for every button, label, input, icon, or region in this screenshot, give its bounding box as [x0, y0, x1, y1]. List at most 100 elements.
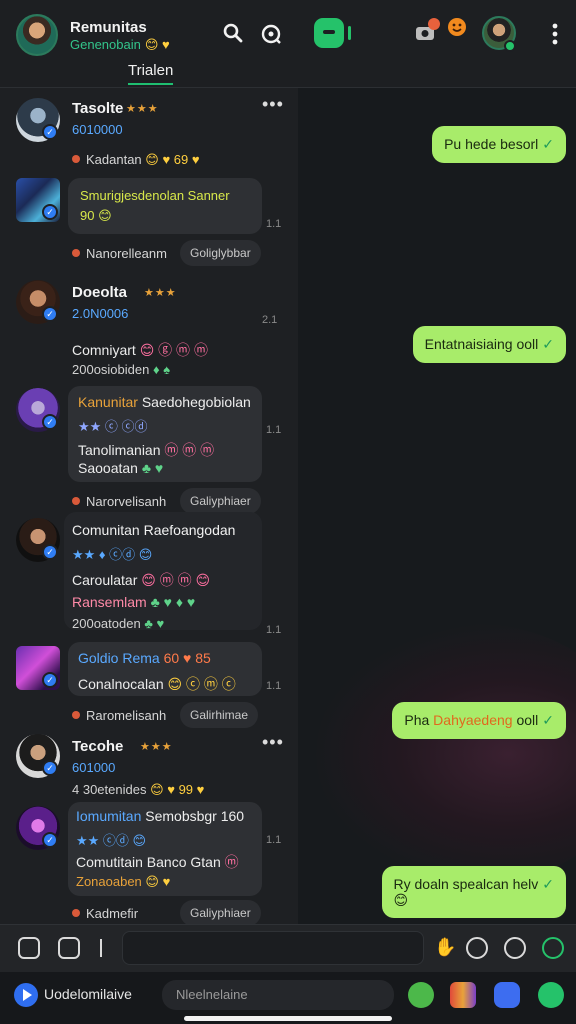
- timestamp: 1.1: [266, 424, 282, 436]
- read-check-icon: ✓: [542, 876, 554, 892]
- cursor-icon: [100, 939, 102, 957]
- online-badge: [504, 40, 516, 52]
- user-name[interactable]: Tasolte: [72, 100, 123, 117]
- verified-icon: ✓: [42, 760, 58, 776]
- thumbs-up-icon[interactable]: ✋: [434, 937, 456, 958]
- bubble-sub: ★★ ⓒ ⓒⓓ: [78, 419, 148, 434]
- sticker-icon[interactable]: [58, 937, 80, 959]
- user-handle: 601000: [72, 760, 116, 775]
- message-bubble[interactable]: Smurigjesdenolan Sanner 90 😊: [68, 178, 262, 234]
- read-check-icon: ✓: [542, 136, 554, 152]
- home-indicator: [184, 1016, 392, 1021]
- play-icon[interactable]: [14, 983, 38, 1007]
- header-subtitle-text: Genenobain: [70, 37, 141, 52]
- user-handle: 2.0N0006: [72, 306, 129, 321]
- green-app-icon[interactable]: [408, 982, 434, 1008]
- outgoing-message[interactable]: Ry doaln spealcan helv ✓ 😊: [381, 866, 566, 918]
- emoji-icon[interactable]: [504, 937, 526, 959]
- message-bubble[interactable]: Iomumitan Semobsbgr 160 ★★ ⓒⓓ 😊 Comutita…: [68, 802, 262, 896]
- send-icon[interactable]: [542, 937, 564, 959]
- bubble-title: Iomumitan Semobsbgr 160: [76, 808, 245, 824]
- bubble-text: 90 😊: [80, 208, 112, 223]
- message-input[interactable]: [122, 931, 424, 965]
- message-composer: ✋: [0, 924, 576, 972]
- search-icon[interactable]: [220, 22, 246, 48]
- bubble-text: Comutitain Banco Gtan ⓜ: [76, 854, 239, 870]
- message-text: 200osiobiden ♦ ♠: [72, 362, 171, 377]
- bubble-text: Zonaoaben 😊 ♥: [76, 874, 171, 889]
- notification-badge: [428, 18, 440, 30]
- header-subtitle: Genenobain 😊 ♥: [70, 37, 170, 53]
- bottom-search[interactable]: Nleelnelaine: [162, 980, 394, 1010]
- refresh-icon[interactable]: [258, 22, 284, 48]
- image-icon[interactable]: [18, 937, 40, 959]
- verified-icon: ✓: [42, 672, 58, 688]
- verified-icon: ✓: [42, 832, 58, 848]
- reply-pill[interactable]: Galiyphiaer: [180, 900, 261, 924]
- reply-pill[interactable]: Goliglybbar: [180, 240, 261, 266]
- outgoing-message[interactable]: Entatnaisiaing ooll ✓: [412, 326, 566, 363]
- reply-dot-icon: [72, 497, 80, 505]
- timestamp: 1.1: [266, 624, 282, 636]
- top-header: Remunitas Genenobain 😊 ♥ Trialen: [0, 0, 576, 88]
- chat-app-icon[interactable]: [314, 18, 344, 48]
- bubble-title: Kanunitar Saedohegobiolan: [78, 394, 251, 410]
- timestamp: 1.1: [266, 834, 282, 846]
- message-bubble[interactable]: Goldio Rema 60 ♥ 85 Conalnocalan 😊 ⓒ ⓜ ⓒ: [68, 642, 262, 696]
- bubble-text: Caroulatar 😊 ⓜ ⓜ 😊: [72, 572, 211, 588]
- reply-pill[interactable]: Galiyphiaer: [180, 488, 261, 514]
- message-text: 4 30etenides 😊 ♥ 99 ♥: [72, 782, 205, 797]
- green-send-app-icon[interactable]: [538, 982, 564, 1008]
- more-options-icon[interactable]: •••: [262, 732, 284, 753]
- outgoing-message[interactable]: Pu hede besorl ✓: [432, 126, 566, 163]
- reply-pill[interactable]: Galirhimae: [180, 702, 259, 728]
- timestamp: 1.1: [266, 680, 282, 692]
- more-options-icon[interactable]: •••: [262, 94, 284, 115]
- user-name[interactable]: Tecohe: [72, 738, 123, 755]
- profile-avatar[interactable]: [16, 14, 58, 56]
- bubble-text: 200oatoden ♣ ♥: [72, 616, 165, 631]
- film-app-icon[interactable]: [450, 982, 476, 1008]
- outgoing-message[interactable]: Pha Dahyaedeng ooll ✓: [392, 702, 566, 739]
- divider-bar: [348, 26, 351, 40]
- bubble-title: Comunitan Raefoangodan: [72, 522, 236, 538]
- more-vertical-icon[interactable]: [542, 22, 568, 48]
- bubble-sub: ★★ ♦ ⓒⓓ 😊: [72, 547, 153, 562]
- bubble-text: Smurigjesdenolan Sanner: [80, 188, 230, 203]
- bubble-text: Tanolimanian ⓜ ⓜ ⓜ: [78, 442, 215, 458]
- rating-stars: ★★★: [144, 287, 177, 299]
- bubble-text: Saooatan ♣ ♥: [78, 460, 164, 476]
- timestamp: 2.1: [262, 314, 278, 326]
- reply-line: Narorvelisanh: [72, 494, 166, 509]
- read-check-icon: ✓: [542, 336, 554, 352]
- gif-icon[interactable]: [466, 937, 488, 959]
- reaction-dot-icon: [72, 155, 80, 163]
- timeline-feed[interactable]: ✓ Tasolte ★★★ 6010000 ••• Kadantan 😊 ♥ 6…: [0, 88, 298, 924]
- verified-icon: ✓: [42, 204, 58, 220]
- rating-stars: ★★★: [126, 103, 159, 115]
- reply-dot-icon: [72, 711, 80, 719]
- reply-dot-icon: [72, 909, 80, 917]
- reply-line: Raromelisanh: [72, 708, 166, 723]
- bottom-label[interactable]: Uodelomilaive: [44, 986, 132, 1002]
- read-check-icon: ✓: [542, 712, 554, 728]
- message-bubble[interactable]: Kanunitar Saedohegobiolan ★★ ⓒ ⓒⓓ Tanoli…: [68, 386, 262, 482]
- reply-dot-icon: [72, 249, 80, 257]
- tab-timeline[interactable]: Trialen: [128, 62, 174, 85]
- header-subtitle-emoji: 😊 ♥: [144, 37, 170, 52]
- user-handle: 6010000: [72, 122, 123, 137]
- chat-background-art: [316, 624, 576, 884]
- bubble-title: Goldio Rema 60 ♥ 85: [78, 650, 211, 666]
- verified-icon: ✓: [42, 414, 58, 430]
- verified-icon: ✓: [42, 306, 58, 322]
- verified-icon: ✓: [42, 124, 58, 140]
- bubble-sub: ★★ ⓒⓓ 😊: [76, 833, 147, 848]
- user-name[interactable]: Doeolta: [72, 284, 127, 301]
- chat-panel[interactable]: Pu hede besorl ✓ Entatnaisiaing ooll ✓ Pha…: [298, 88, 576, 924]
- emoji-status-icon[interactable]: [444, 16, 470, 42]
- game-app-icon[interactable]: [494, 982, 520, 1008]
- message-bubble[interactable]: Comunitan Raefoangodan ★★ ♦ ⓒⓓ 😊 Caroula…: [64, 512, 262, 631]
- bubble-text: Conalnocalan 😊 ⓒ ⓜ ⓒ: [78, 676, 236, 692]
- reaction-line: Kadantan 😊 ♥ 69 ♥: [72, 152, 200, 168]
- reply-line: Nanorelleanm: [72, 246, 167, 261]
